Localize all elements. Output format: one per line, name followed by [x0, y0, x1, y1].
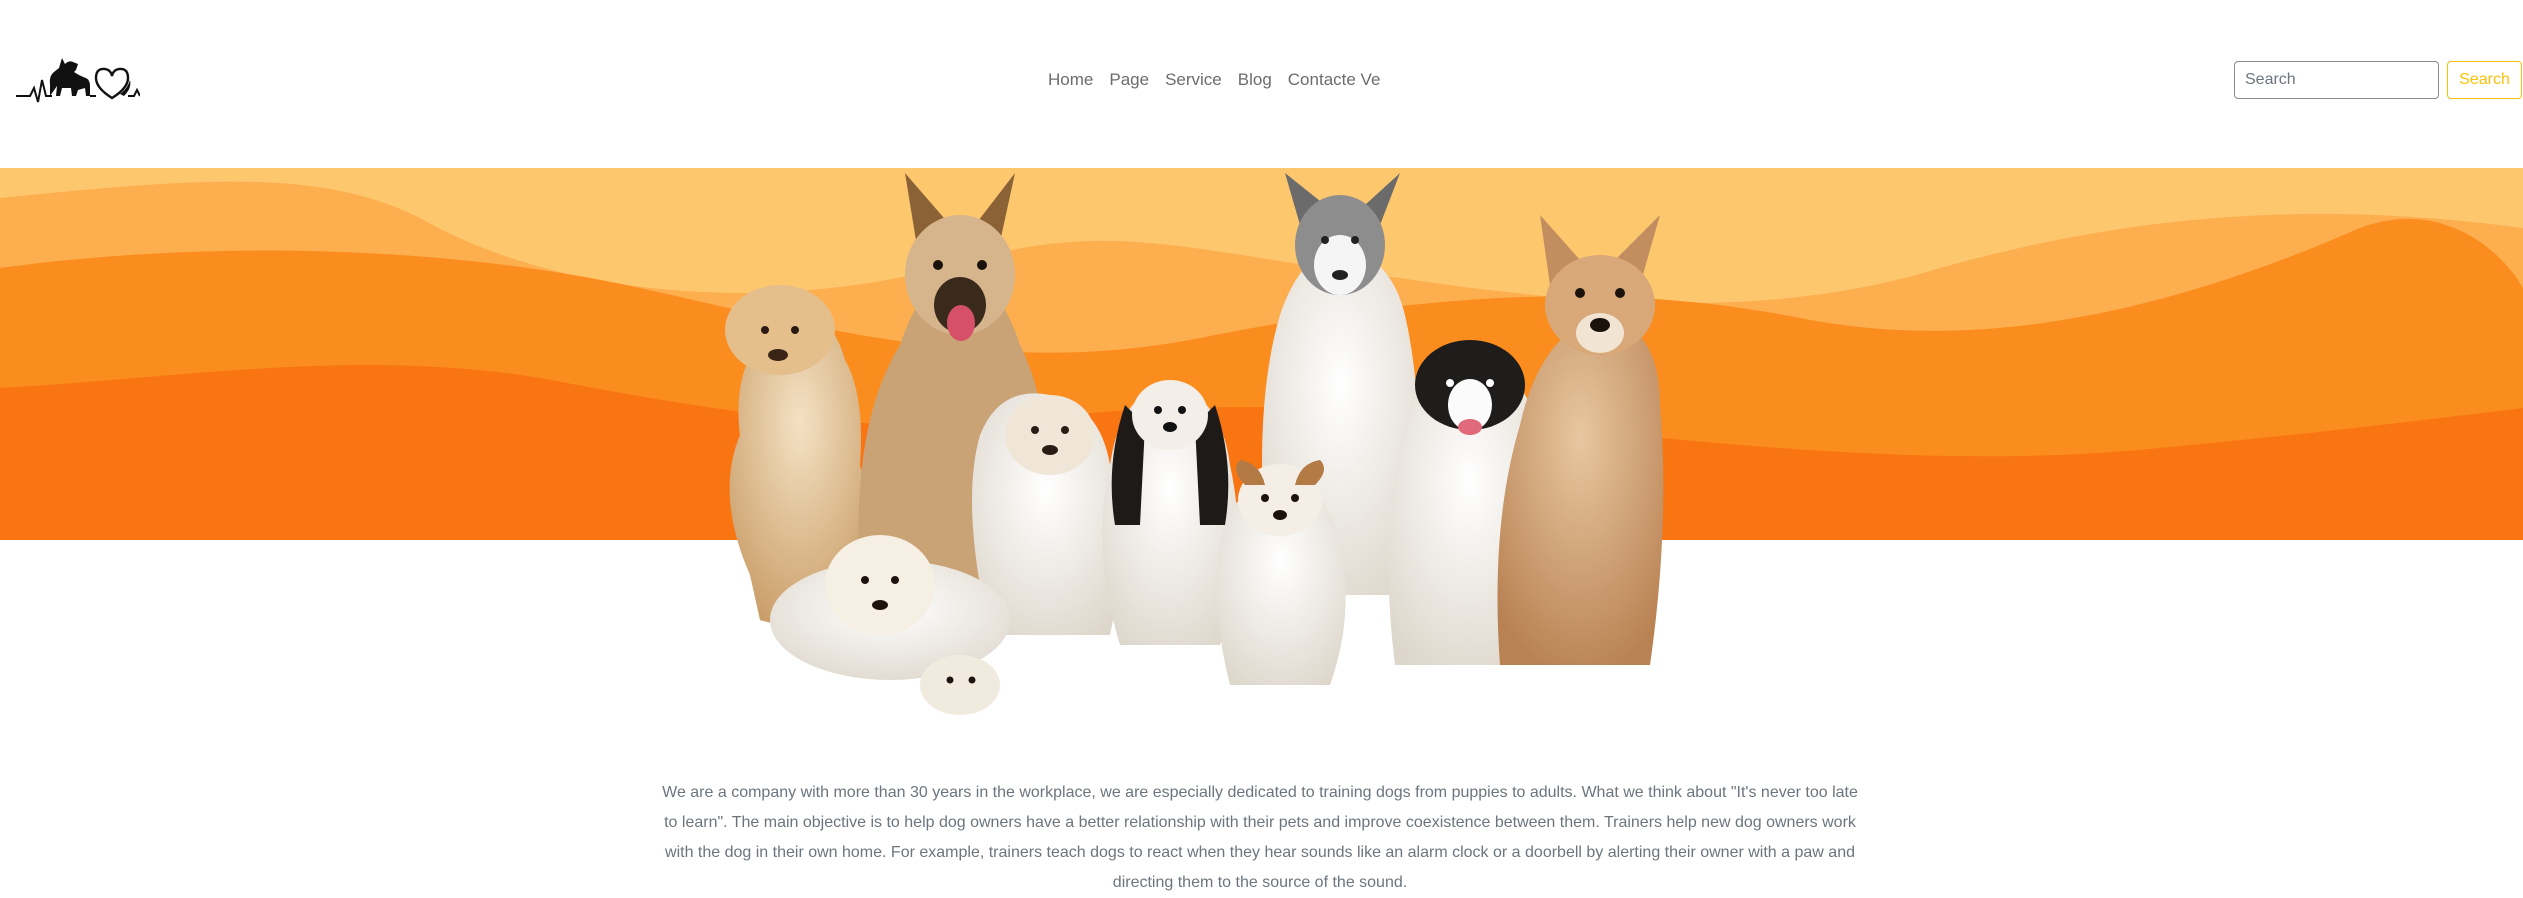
nav-links: Home Page Service Blog Contacte Ve [1040, 68, 1388, 92]
nav-item-service: Service [1157, 68, 1230, 92]
dog-heartbeat-logo-icon [16, 58, 141, 103]
nav-item-home: Home [1040, 68, 1101, 92]
nav-link-home[interactable]: Home [1040, 68, 1101, 92]
search-button[interactable]: Search [2447, 61, 2522, 99]
search-input[interactable] [2234, 61, 2439, 99]
nav-item-page: Page [1101, 68, 1157, 92]
group-of-dogs-photo [725, 173, 1664, 715]
about-paragraph: We are a company with more than 30 years… [662, 784, 1858, 891]
nav-link-service[interactable]: Service [1157, 68, 1230, 92]
nav-link-page[interactable]: Page [1101, 68, 1157, 92]
nav-link-contact[interactable]: Contacte Ve [1280, 68, 1389, 92]
brand-logo-link[interactable] [16, 50, 141, 108]
navbar: Home Page Service Blog Contacte Ve Searc… [0, 0, 2523, 168]
search-form: Search [2234, 61, 2522, 99]
american-staffordshire-terrier-dog [1497, 215, 1664, 665]
nav-item-blog: Blog [1230, 68, 1280, 92]
nav-item-contact: Contacte Ve [1280, 68, 1389, 92]
nav-link-blog[interactable]: Blog [1230, 68, 1280, 92]
